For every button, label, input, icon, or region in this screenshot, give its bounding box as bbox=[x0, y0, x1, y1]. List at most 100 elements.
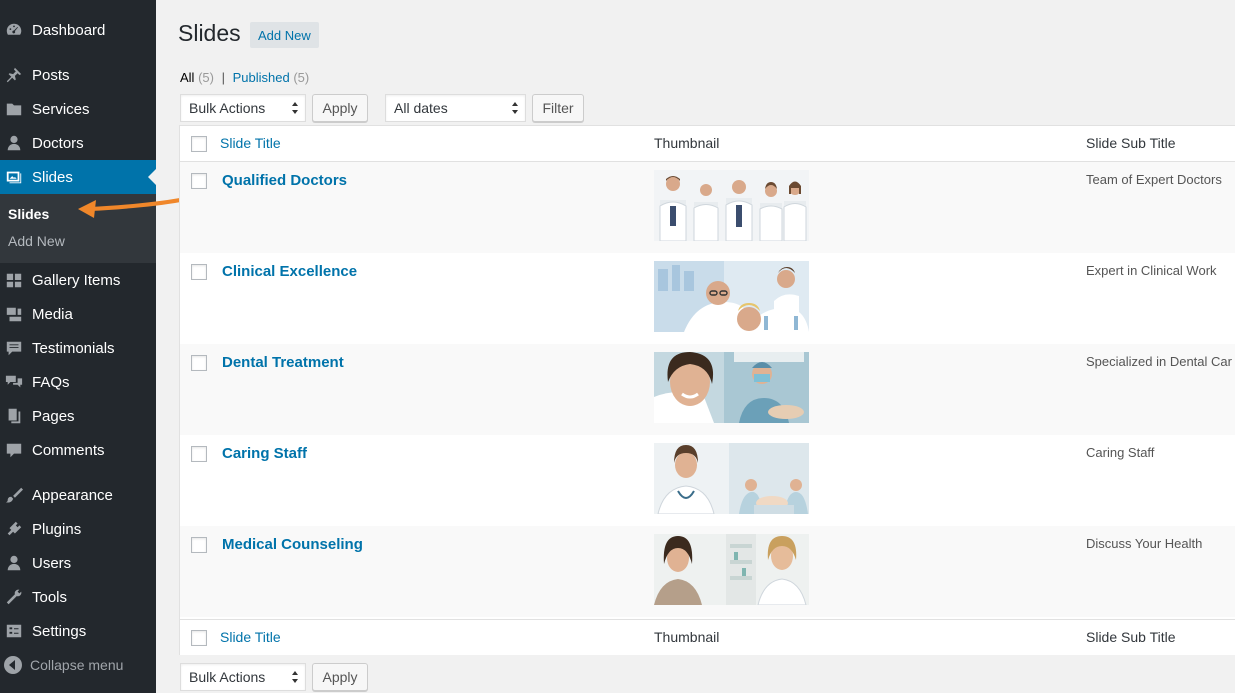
sidebar-item-label: Posts bbox=[32, 66, 70, 84]
gallery-icon bbox=[4, 270, 24, 290]
slide-title-link[interactable]: Clinical Excellence bbox=[222, 263, 357, 280]
collapse-menu-button[interactable]: Collapse menu bbox=[0, 652, 156, 678]
folder-icon bbox=[4, 99, 24, 119]
sidebar-item-testimonials[interactable]: Testimonials bbox=[0, 331, 156, 365]
users-icon bbox=[4, 553, 24, 573]
select-all-checkbox[interactable] bbox=[191, 136, 207, 152]
sidebar-item-label: Users bbox=[32, 554, 72, 572]
user-icon bbox=[4, 133, 24, 153]
slide-thumbnail bbox=[654, 443, 809, 514]
sidebar-item-users[interactable]: Users bbox=[0, 546, 156, 580]
sidebar-item-plugins[interactable]: Plugins bbox=[0, 512, 156, 546]
sidebar-item-dashboard[interactable]: Dashboard bbox=[0, 13, 156, 47]
caring-staff-image bbox=[654, 443, 809, 514]
select-arrows-icon bbox=[512, 102, 519, 114]
testimonial-icon bbox=[4, 338, 24, 358]
apply-button-bottom[interactable]: Apply bbox=[312, 663, 368, 691]
select-all-checkbox[interactable] bbox=[191, 630, 207, 646]
filter-all[interactable]: All bbox=[180, 70, 194, 85]
admin-sidebar: Dashboard Posts Services Doctors Slides … bbox=[0, 0, 156, 693]
filter-separator: | bbox=[221, 70, 225, 85]
column-header-subtitle: Slide Sub Title bbox=[1086, 135, 1176, 151]
column-header-thumbnail: Thumbnail bbox=[654, 629, 720, 645]
wrench-icon bbox=[4, 587, 24, 607]
row-checkbox[interactable] bbox=[191, 173, 207, 189]
sidebar-item-label: Comments bbox=[32, 441, 105, 459]
select-arrows-icon bbox=[292, 102, 299, 114]
submenu-item-slides[interactable]: Slides bbox=[8, 206, 49, 222]
slides-table: Slide Title Thumbnail Slide Sub Title Qu… bbox=[179, 125, 1235, 655]
slide-title-link[interactable]: Qualified Doctors bbox=[222, 172, 347, 189]
column-header-title[interactable]: Slide Title bbox=[220, 629, 281, 645]
slide-subtitle: Expert in Clinical Work bbox=[1086, 263, 1217, 278]
column-header-thumbnail: Thumbnail bbox=[654, 135, 720, 151]
pages-icon bbox=[4, 406, 24, 426]
filter-published-count: (5) bbox=[293, 70, 310, 85]
filter-button[interactable]: Filter bbox=[532, 94, 584, 122]
submenu-item-add-new[interactable]: Add New bbox=[8, 233, 65, 249]
column-header-title[interactable]: Slide Title bbox=[220, 135, 281, 151]
row-checkbox[interactable] bbox=[191, 264, 207, 280]
collapse-arrow-icon bbox=[4, 656, 22, 674]
bulk-actions-select-top[interactable]: Bulk Actions bbox=[180, 94, 306, 122]
dates-select[interactable]: All dates bbox=[385, 94, 526, 122]
counseling-image bbox=[654, 534, 809, 605]
sidebar-item-label: Media bbox=[32, 305, 73, 323]
sidebar-item-label: Tools bbox=[32, 588, 68, 606]
slide-title-link[interactable]: Caring Staff bbox=[222, 445, 307, 462]
apply-button-top[interactable]: Apply bbox=[312, 94, 368, 122]
sidebar-item-tools[interactable]: Tools bbox=[0, 580, 156, 614]
slide-title-link[interactable]: Dental Treatment bbox=[222, 354, 344, 371]
sidebar-item-label: Slides bbox=[32, 168, 73, 186]
dates-value: All dates bbox=[394, 100, 448, 116]
bulk-actions-select-bottom[interactable]: Bulk Actions bbox=[180, 663, 306, 691]
sidebar-item-label: Testimonials bbox=[32, 339, 115, 357]
column-header-subtitle: Slide Sub Title bbox=[1086, 629, 1176, 645]
slides-icon bbox=[4, 167, 24, 187]
sidebar-item-label: Settings bbox=[32, 622, 87, 640]
table-footer: Slide Title Thumbnail Slide Sub Title bbox=[180, 619, 1235, 655]
table-header: Slide Title Thumbnail Slide Sub Title bbox=[180, 126, 1235, 162]
sidebar-item-posts[interactable]: Posts bbox=[0, 58, 156, 92]
dental-image bbox=[654, 352, 809, 423]
filter-all-count: (5) bbox=[198, 70, 214, 85]
slide-subtitle: Caring Staff bbox=[1086, 445, 1155, 460]
slide-thumbnail bbox=[654, 352, 809, 423]
sidebar-item-label: FAQs bbox=[32, 373, 70, 391]
table-row: Dental Treatment Specialized in Dental C… bbox=[180, 344, 1235, 435]
row-checkbox[interactable] bbox=[191, 355, 207, 371]
media-icon bbox=[4, 304, 24, 324]
settings-icon bbox=[4, 621, 24, 641]
slide-title-link[interactable]: Medical Counseling bbox=[222, 536, 363, 553]
paintbrush-icon bbox=[4, 485, 24, 505]
sidebar-item-pages[interactable]: Pages bbox=[0, 399, 156, 433]
sidebar-item-services[interactable]: Services bbox=[0, 92, 156, 126]
sidebar-item-settings[interactable]: Settings bbox=[0, 614, 156, 648]
row-checkbox[interactable] bbox=[191, 446, 207, 462]
slide-subtitle: Specialized in Dental Car bbox=[1086, 354, 1232, 369]
sidebar-item-media[interactable]: Media bbox=[0, 297, 156, 331]
sidebar-item-gallery-items[interactable]: Gallery Items bbox=[0, 263, 156, 297]
clinical-lab-image bbox=[654, 261, 809, 332]
slide-thumbnail bbox=[654, 170, 809, 241]
sidebar-item-comments[interactable]: Comments bbox=[0, 433, 156, 467]
slide-thumbnail bbox=[654, 534, 809, 605]
dashboard-icon bbox=[4, 20, 24, 40]
table-row: Clinical Excellence Expert in Clinical W… bbox=[180, 253, 1235, 344]
sidebar-item-label: Pages bbox=[32, 407, 75, 425]
add-new-button[interactable]: Add New bbox=[250, 22, 319, 48]
slide-thumbnail bbox=[654, 261, 809, 332]
sidebar-item-slides[interactable]: Slides bbox=[0, 160, 156, 194]
slide-subtitle: Team of Expert Doctors bbox=[1086, 172, 1222, 187]
sidebar-item-label: Doctors bbox=[32, 134, 84, 152]
row-checkbox[interactable] bbox=[191, 537, 207, 553]
sidebar-item-faqs[interactable]: FAQs bbox=[0, 365, 156, 399]
sidebar-item-doctors[interactable]: Doctors bbox=[0, 126, 156, 160]
sidebar-item-appearance[interactable]: Appearance bbox=[0, 478, 156, 512]
plugin-icon bbox=[4, 519, 24, 539]
filter-published[interactable]: Published bbox=[233, 70, 290, 85]
table-row: Qualified Doctors Team of Expert Doctors bbox=[180, 162, 1235, 253]
status-filters: All (5) | Published (5) bbox=[180, 70, 309, 85]
sidebar-item-label: Dashboard bbox=[32, 21, 106, 39]
table-row: Caring Staff Caring Staff bbox=[180, 435, 1235, 526]
